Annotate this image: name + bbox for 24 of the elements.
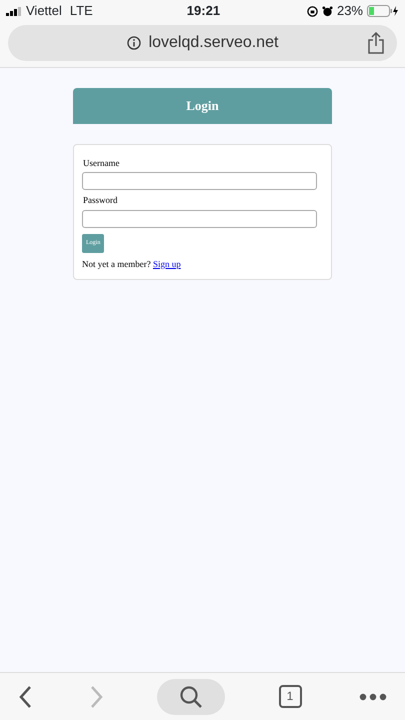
- username-field[interactable]: [82, 172, 317, 190]
- login-header: Login: [73, 88, 332, 124]
- field-label: Password: [83, 194, 118, 207]
- more-icon: [359, 692, 387, 700]
- network-type: LTE: [70, 2, 93, 20]
- info-icon: [126, 36, 141, 50]
- url-text: lovelqd.serveo.net: [148, 33, 278, 53]
- address-bar[interactable]: lovelqd.serveo.net: [8, 25, 397, 61]
- battery-charging-icon: [367, 5, 399, 17]
- signup-link[interactable]: Sign up: [152, 258, 181, 268]
- back-icon: [18, 684, 32, 708]
- search-button[interactable]: [157, 678, 225, 714]
- password-field[interactable]: [82, 210, 317, 228]
- field-label: Username: [83, 156, 120, 170]
- forward-icon: [90, 684, 104, 708]
- rotation-lock-icon: [306, 6, 318, 16]
- search-icon: [179, 684, 203, 708]
- battery-percent: 23%: [336, 2, 363, 20]
- clock-time: 19:21: [186, 2, 220, 20]
- share-icon[interactable]: [367, 32, 385, 54]
- alarm-icon: [322, 6, 333, 16]
- carrier-name: Viettel: [26, 2, 62, 20]
- signup-prompt: Not yet a member?: [82, 258, 151, 268]
- signal-icon: [6, 6, 22, 16]
